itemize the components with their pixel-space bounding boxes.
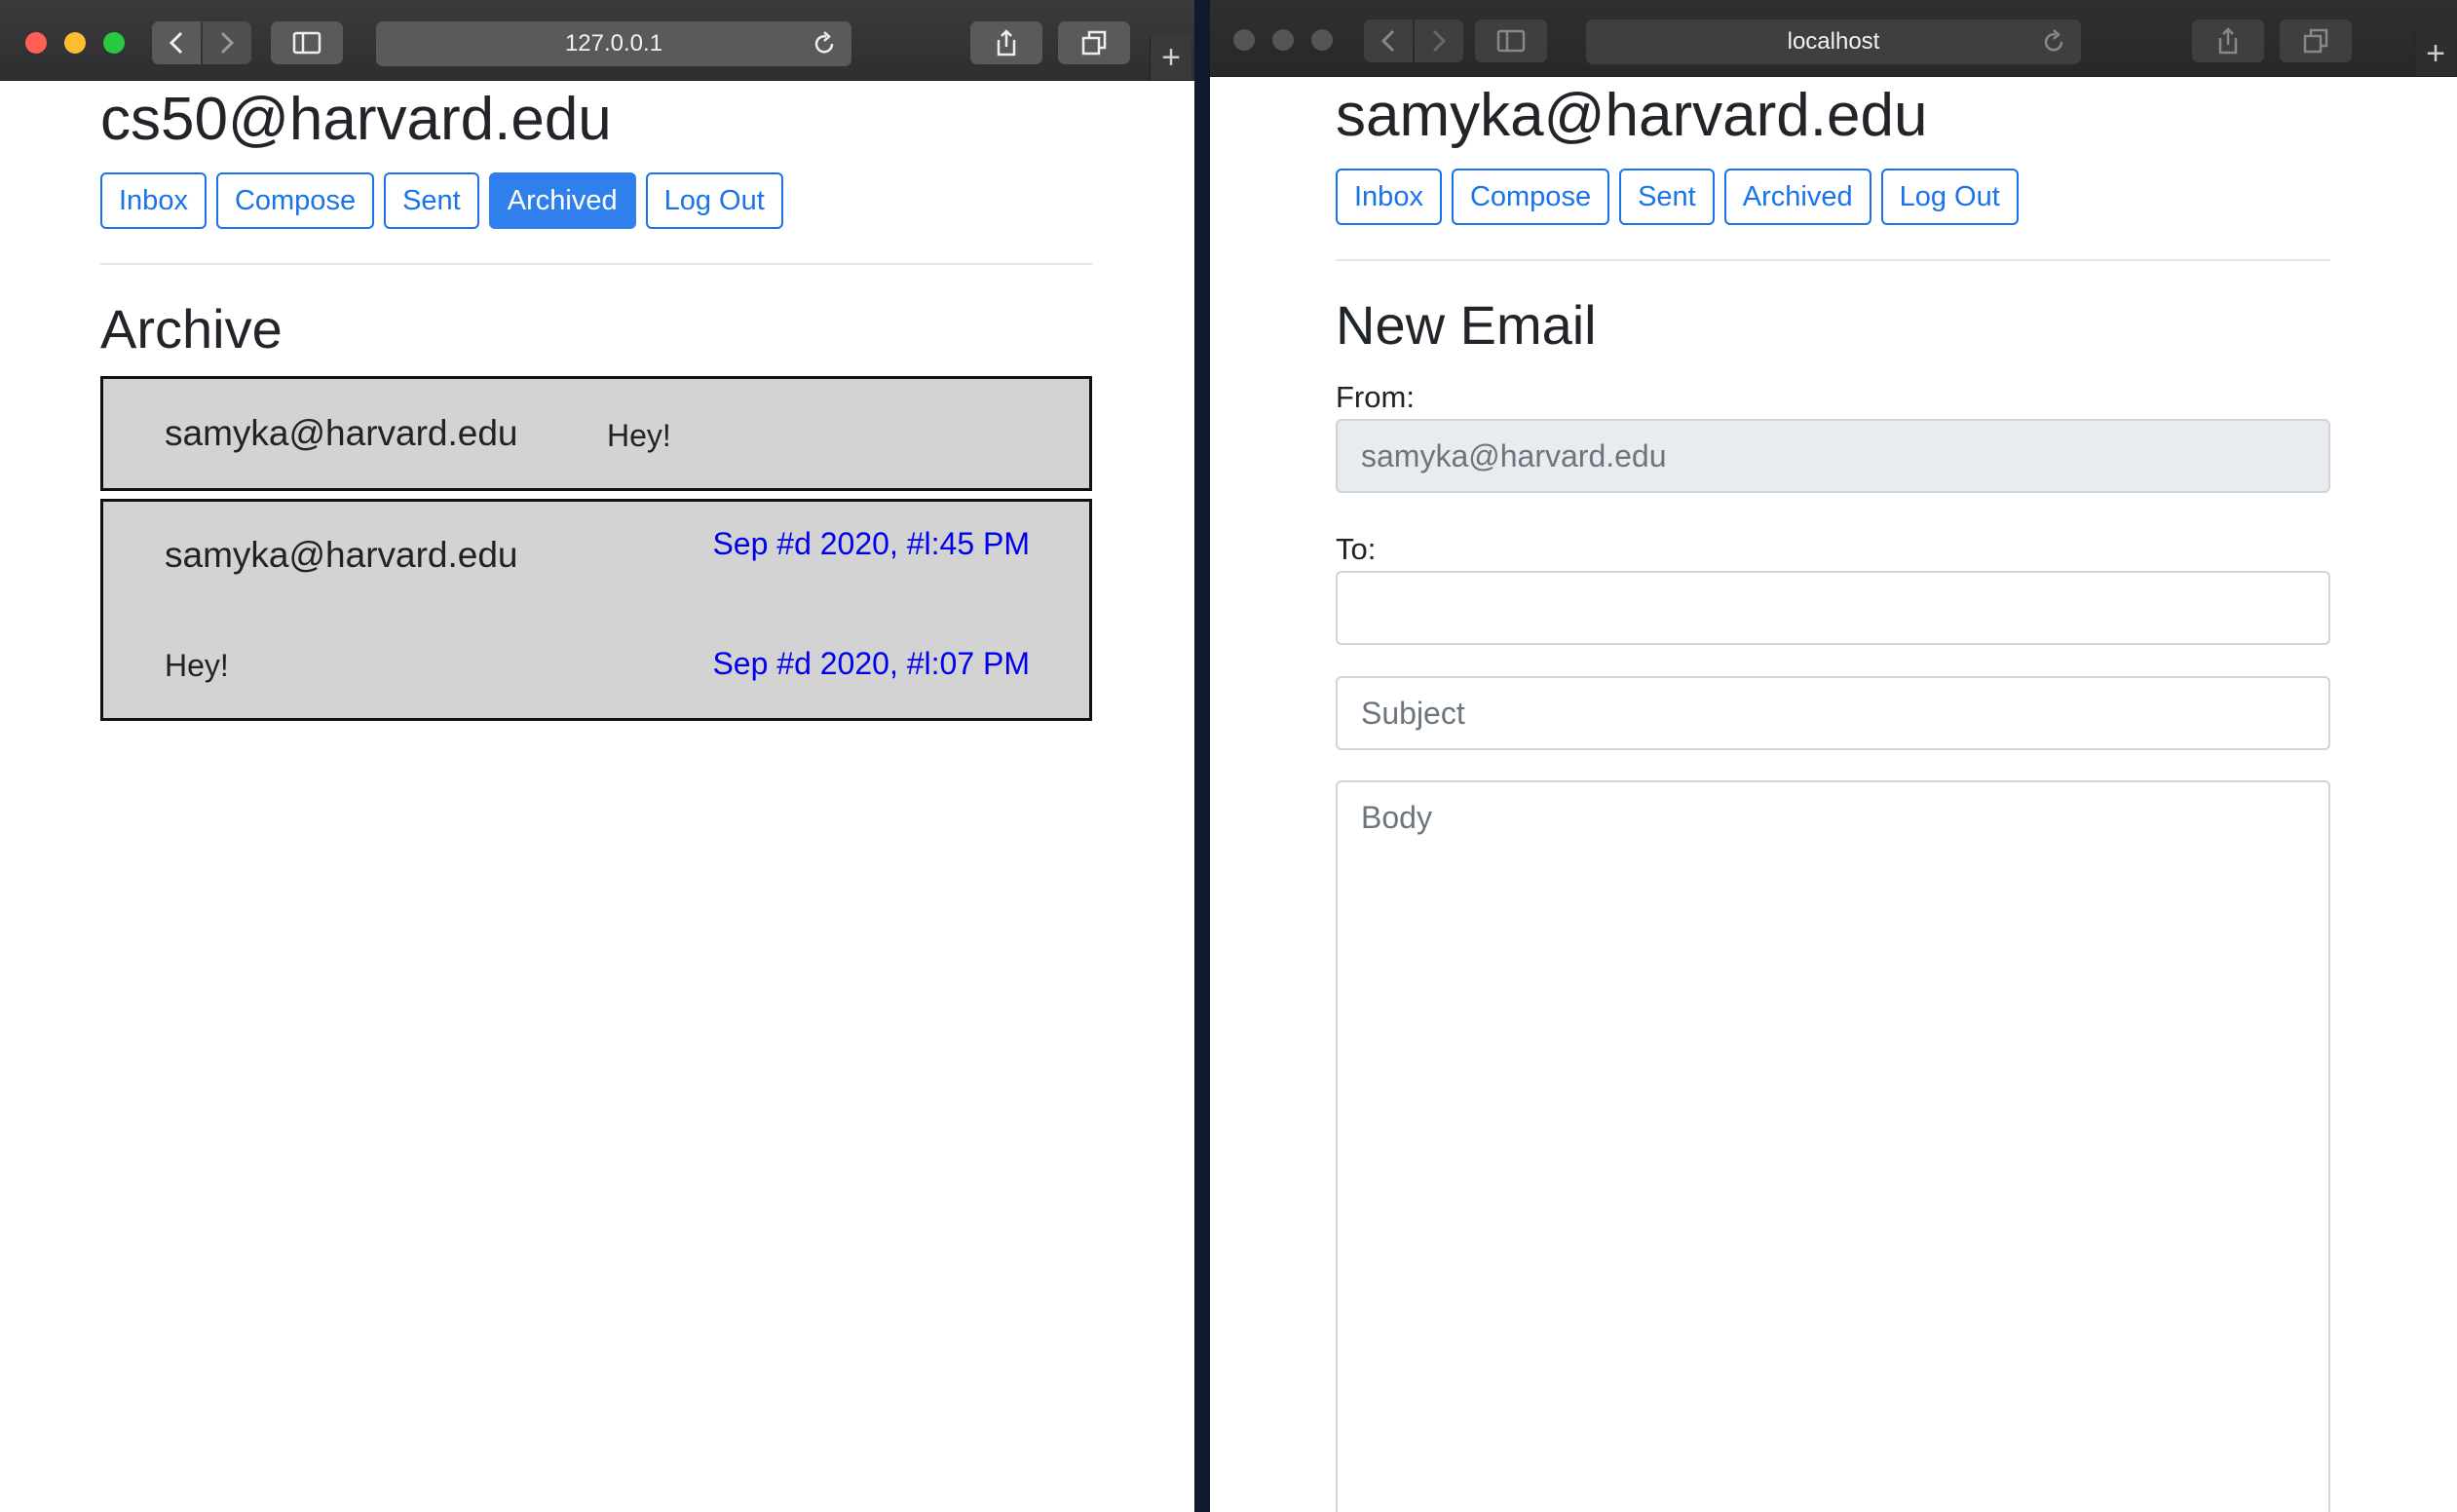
from-field [1336,419,2330,493]
back-button[interactable] [1364,19,1413,62]
archived-button[interactable]: Archived [1723,169,1871,225]
reload-icon[interactable] [811,30,838,57]
zoom-window-icon[interactable] [1311,29,1333,51]
forward-button[interactable] [203,21,251,64]
email-timestamp: Sep #d 2020, #l:45 PM [712,526,1030,561]
tab-overview-button[interactable] [1058,21,1130,64]
browser-window-right: localhost + samyka@harvard.edu Inbox Com… [1210,0,2457,1512]
url-text: 127.0.0.1 [564,30,663,57]
to-field[interactable] [1336,571,2330,645]
plus-icon: + [1161,38,1181,76]
to-label: To: [1336,532,1377,566]
plus-icon: + [2426,34,2445,72]
close-window-icon[interactable] [25,32,47,54]
email-sender: samyka@harvard.edu [165,413,518,453]
mail-nav: Inbox Compose Sent Archived Log Out [100,172,793,229]
url-text: localhost [1787,28,1880,55]
back-button[interactable] [152,21,201,64]
window-controls [1233,29,1333,51]
body-field[interactable] [1336,780,2330,1512]
sidebar-icon [1496,29,1526,53]
from-label: From: [1336,380,1415,414]
chevron-right-icon [220,31,235,55]
new-tab-button[interactable]: + [1150,35,1191,80]
browser-toolbar: localhost + [1210,0,2457,77]
user-email-heading: cs50@harvard.edu [100,86,612,153]
sent-button[interactable]: Sent [1619,169,1715,225]
chevron-left-icon [1380,29,1395,53]
inbox-button[interactable]: Inbox [100,172,207,229]
history-nav [1364,19,1463,62]
sidebar-toggle-button[interactable] [271,21,343,64]
divider [100,263,1092,265]
sidebar-toggle-button[interactable] [1475,19,1547,62]
forward-button[interactable] [1415,19,1463,62]
browser-toolbar: 127.0.0.1 + [0,0,1194,81]
mail-nav: Inbox Compose Sent Archived Log Out [1336,169,2028,225]
view-title: Archive [100,298,283,359]
browser-window-left: 127.0.0.1 + cs50@harvard.edu Inbox Compo… [0,0,1194,1512]
share-icon [2218,27,2238,55]
share-icon [997,29,1016,57]
email-sender: samyka@harvard.edu [165,535,518,575]
tabs-icon [1081,30,1107,56]
new-tab-button[interactable]: + [2414,31,2456,76]
subject-field[interactable] [1336,676,2330,750]
close-window-icon[interactable] [1233,29,1255,51]
tab-overview-button[interactable] [2280,19,2352,62]
minimize-window-icon[interactable] [64,32,86,54]
email-item[interactable]: samyka@harvard.edu Hey! [100,376,1092,491]
user-email-heading: samyka@harvard.edu [1336,82,1928,149]
reload-icon[interactable] [2040,28,2067,56]
email-subject: Hey! [607,418,671,453]
chevron-left-icon [169,31,183,55]
window-controls [25,32,125,54]
email-item[interactable]: samyka@harvard.edu Sep #d 2020, #l:45 PM… [100,499,1092,721]
logout-button[interactable]: Log Out [1880,169,2019,225]
compose-button[interactable]: Compose [215,172,375,229]
logout-button[interactable]: Log Out [645,172,783,229]
minimize-window-icon[interactable] [1272,29,1294,51]
share-button[interactable] [970,21,1042,64]
tabs-icon [2303,28,2328,54]
email-timestamp: Sep #d 2020, #l:07 PM [712,646,1030,681]
email-body: Hey! [165,648,229,683]
sent-button[interactable]: Sent [384,172,479,229]
compose-button[interactable]: Compose [1451,169,1610,225]
address-bar[interactable]: 127.0.0.1 [376,21,851,66]
zoom-window-icon[interactable] [103,32,125,54]
share-button[interactable] [2192,19,2264,62]
archived-button[interactable]: Archived [488,172,636,229]
address-bar[interactable]: localhost [1586,19,2081,64]
view-title: New Email [1336,294,1597,356]
divider [1336,259,2330,261]
inbox-button[interactable]: Inbox [1336,169,1442,225]
history-nav [152,21,251,64]
chevron-right-icon [1432,29,1447,53]
sidebar-icon [292,31,321,55]
